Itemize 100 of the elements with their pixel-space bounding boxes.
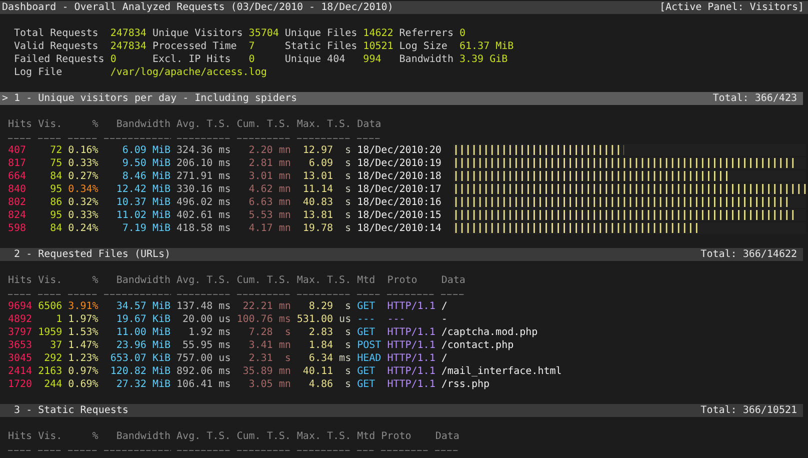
avg-time-cell: 757.00 us [176, 352, 231, 365]
stat-value: 0 [248, 53, 256, 66]
percent-cell: 0.34% [68, 183, 98, 196]
column-header: Cum. T.S. [236, 118, 291, 131]
bandwidth-cell-text: 9.50 MiB [121, 157, 171, 170]
stat-label: Log File [14, 66, 64, 79]
cum-time-cell-text: 35.89 mn [242, 365, 291, 378]
percent-cell: 1.97% [68, 313, 98, 326]
column-header: Vis. [38, 430, 62, 443]
percent-cell: 0.33% [68, 209, 98, 222]
method-cell-text: --- [357, 313, 376, 326]
data-cell: 18/Dec/2010:15 [357, 209, 442, 222]
max-time-cell-text: 13.01 s [302, 170, 352, 183]
max-time-cell-text: 1.84 s [308, 339, 352, 352]
protocol-cell: HTTP/1.1 [387, 339, 436, 352]
column-header: Data [441, 274, 466, 287]
percent-cell: 0.33% [68, 157, 98, 170]
percent-cell: 3.91% [68, 300, 98, 313]
column-header: % [91, 430, 98, 443]
panel-title: 2 - Requested Files (URLs) [13, 248, 171, 261]
avg-time-cell: 402.61 ms [176, 209, 231, 222]
column-header: Max. T.S. [296, 274, 352, 287]
stat-value: 994 [363, 53, 382, 66]
hits-cell: 3653 [8, 339, 32, 352]
avg-time-cell: 106.41 ms [176, 378, 231, 391]
stat-label: Bandwidth [399, 53, 454, 66]
column-header: Mtd [357, 274, 376, 287]
visitors-cell-text: 95 [49, 209, 62, 222]
bandwidth-cell-text: 19.67 KiB [115, 313, 171, 326]
active-panel-label: [Active Panel: Visitors] [660, 1, 804, 14]
avg-time-cell: 324.36 ms [176, 144, 231, 157]
stat-value: 0 [459, 27, 467, 40]
panel-header[interactable]: 3 - Static Requests Total: 366/10521 [0, 404, 803, 417]
column-header: Vis. [38, 274, 62, 287]
bandwidth-cell-text: 11.02 MiB [115, 209, 171, 222]
visitors-cell-text: 84 [49, 170, 62, 183]
avg-time-cell: 418.58 ms [176, 222, 231, 235]
max-time-cell-text: 40.83 s [302, 196, 352, 209]
bandwidth-cell-text: 11.00 MiB [115, 326, 171, 339]
visitors-cell: 6506 [38, 300, 62, 313]
visitors-cell-text: 75 [49, 157, 62, 170]
max-time-cell-text: 4.86 s [308, 378, 352, 391]
hits-cell: 3045 [8, 352, 32, 365]
max-time-cell-text: 12.97 s [302, 144, 352, 157]
hits-cell: 1720 [8, 378, 32, 391]
stat-label: Valid Requests [14, 40, 100, 53]
stat-value: 247834 [110, 27, 148, 40]
hits-cell: 2414 [8, 365, 32, 378]
max-time-cell-text: 19.78 s [302, 222, 352, 235]
column-header: % [91, 274, 98, 287]
visitors-cell-text: 244 [43, 378, 62, 391]
max-time-cell-text: 6.09 s [308, 157, 352, 170]
column-header: Hits [8, 430, 32, 443]
hits-cell-text: 824 [8, 209, 28, 222]
data-cell: 18/Dec/2010:16 [357, 196, 442, 209]
panel-title: > 1 - Unique visitors per day - Including spiders [2, 92, 298, 105]
visitors-cell-text: 86 [49, 196, 62, 209]
bandwidth-cell-text: 120.82 MiB [109, 365, 171, 378]
visitors-cell-text: 1 [55, 313, 62, 326]
stat-value: 247834 [110, 40, 148, 53]
avg-time-cell: 271.91 ms [176, 170, 231, 183]
stat-value: 35704 [248, 27, 280, 40]
stat-value: 0 [110, 53, 118, 66]
percent-cell: 0.69% [68, 378, 98, 391]
panel-header[interactable]: 2 - Requested Files (URLs) Total: 366/14622 [0, 248, 803, 261]
bandwidth-cell-text: 34.57 MiB [115, 300, 171, 313]
stat-value: 10521 [363, 40, 394, 53]
percent-cell: 1.53% [68, 326, 98, 339]
column-header: Avg. T.S. [176, 430, 231, 443]
stat-label: Unique Files [284, 27, 358, 40]
percent-cell: 0.27% [68, 170, 98, 183]
avg-time-cell: 330.16 ms [176, 183, 231, 196]
column-header: Avg. T.S. [176, 274, 231, 287]
hits-cell: 9694 [8, 300, 32, 313]
bandwidth-cell-text: 10.37 MiB [115, 196, 171, 209]
visitors-cell-text: 292 [43, 352, 62, 365]
stat-label: Excl. IP Hits [152, 53, 232, 66]
percent-cell: 0.16% [68, 144, 98, 157]
column-header: Mtd [357, 430, 376, 443]
visitors-cell: 2163 [38, 365, 62, 378]
column-header: Hits [8, 118, 32, 131]
stat-label: Static Files [284, 40, 358, 53]
stat-value: 7 [248, 40, 256, 53]
panel-total: Total: 366/10521 [700, 404, 797, 417]
data-cell: - [441, 313, 448, 326]
protocol-cell-text: --- [387, 313, 406, 326]
data-cell: 18/Dec/2010:18 [357, 170, 442, 183]
data-cell: / [441, 352, 448, 365]
cum-time-cell-text: 5.53 mn [248, 209, 291, 222]
protocol-cell: HTTP/1.1 [387, 326, 436, 339]
protocol-cell: HTTP/1.1 [387, 378, 436, 391]
percent-cell: 0.32% [68, 196, 98, 209]
stat-label: Processed Time [152, 40, 238, 53]
bandwidth-cell-text: 6.09 MiB [121, 144, 171, 157]
panel-header[interactable]: > 1 - Unique visitors per day - Including spiders Total: 366/423 [0, 92, 803, 105]
max-time-cell-text: 2.83 s [308, 326, 352, 339]
visitors-cell-text: 37 [49, 339, 62, 352]
max-time-cell-text: 40.11 s [302, 365, 352, 378]
max-time-cell-text: 11.14 s [302, 183, 352, 196]
window-title: Dashboard - Overall Analyzed Requests (03/Dec/2010 - 18/Dec/2010) [2, 1, 394, 14]
